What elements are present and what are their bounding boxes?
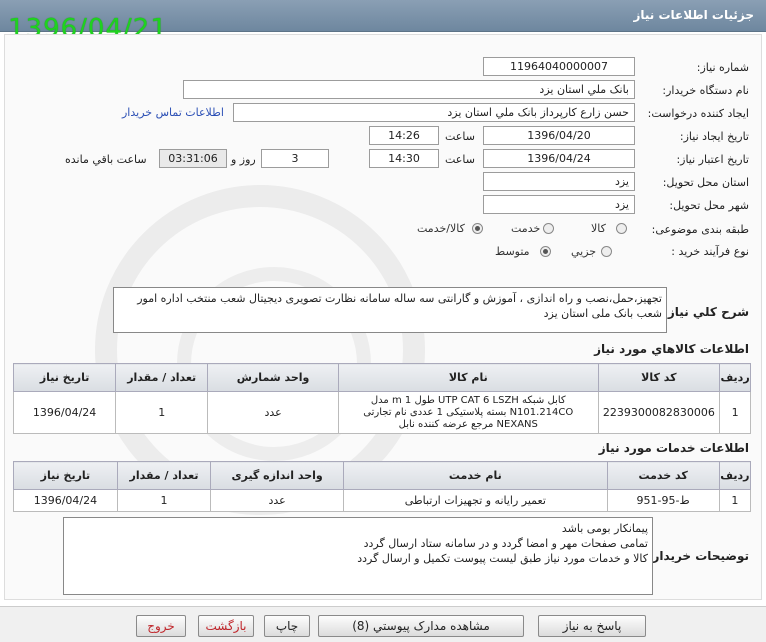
validity-time-label: ساعت <box>445 153 475 166</box>
category-radio-service[interactable] <box>543 223 554 234</box>
goods-header-date: تاريخ نياز <box>12 363 117 392</box>
buyer-note-line: کالا و خدمات مورد نياز طبق ليست پيوست تک… <box>357 552 648 565</box>
table-row: 1 2239300082830006 کابل شبکه UTP CAT 6 L… <box>12 391 751 434</box>
buyer-notes-label: توضيحات خريدار: <box>647 549 749 563</box>
goods-table-header: رديف کد کالا نام کالا واحد شمارش تعداد /… <box>12 363 751 392</box>
process-radio-medium[interactable] <box>540 246 551 257</box>
details-panel: شماره نياز: 1196404000000​7 نام دستگاه خ… <box>4 34 762 600</box>
services-cell-qty: 1 <box>116 489 212 512</box>
validity-date-label: تاريخ اعتبار نياز: <box>676 153 749 166</box>
process-option-minor: جزيي <box>571 245 597 258</box>
created-time-field[interactable]: 14:26 <box>369 126 439 145</box>
services-table-header: رديف کد خدمت نام خدمت واحد اندازه گيری ت… <box>13 461 752 490</box>
requester-field[interactable]: حسن زارع کارپرداز بانک ملي استان يزد <box>233 103 635 122</box>
requester-label: ايجاد کننده درخواست: <box>647 107 749 120</box>
services-header-row: رديف <box>718 461 752 490</box>
remaining-days-field[interactable]: 3 <box>261 149 329 168</box>
category-option-service: خدمت <box>511 222 541 235</box>
created-date-value: 1396/04/20 <box>527 129 591 142</box>
city-value: يزد <box>614 198 629 211</box>
services-header-date: تاريخ نياز <box>13 461 118 490</box>
goods-header-row: رديف <box>719 363 751 392</box>
remaining-time-field: 03:31:06 <box>159 149 227 168</box>
back-button[interactable]: بازگشت <box>198 615 254 637</box>
goods-header-name: نام کالا <box>337 363 599 392</box>
exit-button[interactable]: خروج <box>136 615 186 637</box>
validity-time-field[interactable]: 14:30 <box>369 149 439 168</box>
days-label: روز و <box>231 153 256 166</box>
services-header-unit: واحد اندازه گيری <box>210 461 345 490</box>
validity-time-value: 14:30 <box>388 152 420 165</box>
buyer-org-label: نام دستگاه خريدار: <box>662 84 749 97</box>
table-row: 1 ط-95-951 تعمير رايانه و تجهيزات ارتباط… <box>13 489 752 512</box>
services-cell-date: 1396/04/24 <box>13 489 118 512</box>
category-radio-goods-service[interactable] <box>472 223 483 234</box>
goods-cell-name: کابل شبکه UTP CAT 6 LSZH طول 1 m مدل N10… <box>337 391 599 434</box>
buyer-notes-textbox[interactable]: پيمانکار بومی باشد تمامی صفحات مهر و امض… <box>63 517 653 595</box>
summary-textbox[interactable]: تجهيز،حمل،نصب و راه اندازی ، آموزش و گار… <box>113 287 667 333</box>
services-cell-code: ط-95-951 <box>606 489 720 512</box>
remaining-time-value: 03:31:06 <box>168 152 218 165</box>
province-value: يزد <box>614 175 629 188</box>
buyer-org-value: بانک ملي استان يزد <box>539 83 629 96</box>
remaining-days-value: 3 <box>291 152 299 165</box>
process-radio-minor[interactable] <box>601 246 612 257</box>
province-label: استان محل تحويل: <box>662 176 749 189</box>
summary-label: شرح کلي نياز: <box>663 305 749 319</box>
created-time-label: ساعت <box>445 130 475 143</box>
services-cell-row: 1 <box>718 489 752 512</box>
need-number-label: شماره نياز: <box>696 61 749 74</box>
buyer-note-line: تمامی صفحات مهر و امضا گردد و در سامانه … <box>363 537 648 550</box>
services-header-name: نام خدمت <box>343 461 608 490</box>
province-field[interactable]: يزد <box>483 172 635 191</box>
goods-header-code: کد کالا <box>597 363 721 392</box>
buyer-note-line: پيمانکار بومی باشد <box>561 522 648 535</box>
services-section-title: اطلاعات خدمات مورد نياز <box>598 441 749 455</box>
need-number-field[interactable]: 1196404000000​7 <box>483 57 635 76</box>
services-cell-name: تعمير رايانه و تجهيزات ارتباطی <box>343 489 608 512</box>
created-time-value: 14:26 <box>388 129 420 142</box>
remaining-time-label: ساعت باقي مانده <box>65 153 147 166</box>
window-title: جزئيات اطلاعات نياز <box>633 8 754 22</box>
goods-table: رديف کد کالا نام کالا واحد شمارش تعداد /… <box>12 363 751 434</box>
validity-date-field[interactable]: 1396/04/24 <box>483 149 635 168</box>
category-radio-goods[interactable] <box>616 223 627 234</box>
goods-cell-date: 1396/04/24 <box>12 391 117 434</box>
city-label: شهر محل تحويل: <box>669 199 749 212</box>
category-label: طبقه بندی موضوعی: <box>651 223 749 236</box>
buyer-contact-link[interactable]: اطلاعات تماس خريدار <box>122 106 224 119</box>
created-date-field[interactable]: 1396/04/20 <box>483 126 635 145</box>
services-header-qty: تعداد / مقدار <box>116 461 212 490</box>
goods-cell-unit: عدد <box>207 391 339 434</box>
goods-header-unit: واحد شمارش <box>207 363 339 392</box>
buyer-org-field[interactable]: بانک ملي استان يزد <box>183 80 635 99</box>
category-option-goods: کالا <box>591 222 606 235</box>
city-field[interactable]: يزد <box>483 195 635 214</box>
need-number-value: 1196404000000​7 <box>510 60 608 73</box>
process-option-medium: متوسط <box>495 245 530 258</box>
summary-text: تجهيز،حمل،نصب و راه اندازی ، آموزش و گار… <box>137 292 662 320</box>
services-table: رديف کد خدمت نام خدمت واحد اندازه گيری ت… <box>13 461 752 512</box>
reply-button[interactable]: پاسخ به نياز <box>538 615 646 637</box>
process-label: نوع فرآيند خريد : <box>671 245 749 258</box>
category-option-goods-service: کالا/خدمت <box>417 222 465 235</box>
created-date-label: تاريخ ايجاد نياز: <box>679 130 749 143</box>
goods-cell-code: 2239300082830006 <box>597 391 721 434</box>
requester-value: حسن زارع کارپرداز بانک ملي استان يزد <box>447 106 629 119</box>
goods-section-title: اطلاعات کالاهاي مورد نياز <box>594 342 749 356</box>
services-cell-unit: عدد <box>210 489 345 512</box>
button-bar: پاسخ به نياز مشاهده مدارک پيوستي (8) چاپ… <box>0 606 766 642</box>
goods-cell-qty: 1 <box>115 391 209 434</box>
goods-cell-row: 1 <box>719 391 751 434</box>
print-button[interactable]: چاپ <box>264 615 310 637</box>
goods-header-qty: تعداد / مقدار <box>115 363 209 392</box>
validity-date-value: 1396/04/24 <box>527 152 591 165</box>
attachments-button[interactable]: مشاهده مدارک پيوستي (8) <box>318 615 524 637</box>
services-header-code: کد خدمت <box>606 461 720 490</box>
